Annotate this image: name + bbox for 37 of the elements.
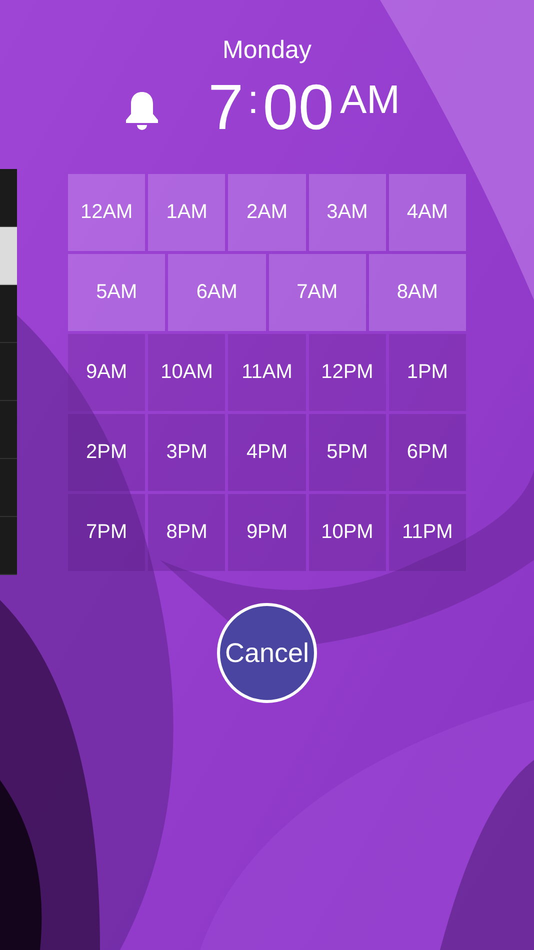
- hour-tile[interactable]: 1PM: [388, 334, 466, 411]
- hour-tile[interactable]: 11AM: [228, 334, 306, 411]
- side-tab[interactable]: [0, 459, 17, 517]
- hour-tile[interactable]: 10AM: [148, 334, 226, 411]
- hour-tile[interactable]: 2PM: [68, 414, 146, 491]
- day-label: Monday: [222, 36, 312, 64]
- hour-tile[interactable]: 6AM: [168, 254, 266, 331]
- side-tab[interactable]: [0, 169, 17, 227]
- hour-tile[interactable]: 3AM: [308, 174, 386, 251]
- hour-tile[interactable]: 11PM: [388, 494, 466, 571]
- hour-tile[interactable]: 5AM: [68, 254, 166, 331]
- hour-tile[interactable]: 12AM: [68, 174, 146, 251]
- hour-tile[interactable]: 5PM: [308, 414, 386, 491]
- hour-tile[interactable]: 9PM: [228, 494, 306, 571]
- hour-tile[interactable]: 1AM: [148, 174, 226, 251]
- side-tab[interactable]: [0, 285, 17, 343]
- hour-tile[interactable]: 4AM: [388, 174, 466, 251]
- bell-icon: [124, 90, 160, 130]
- hour-tile[interactable]: 7PM: [68, 494, 146, 571]
- alarm-minutes: 00: [262, 72, 334, 142]
- hour-tile[interactable]: 7AM: [268, 254, 366, 331]
- alarm-hour: 7: [208, 72, 244, 142]
- hour-tile[interactable]: 8AM: [368, 254, 466, 331]
- hour-tile[interactable]: 3PM: [148, 414, 226, 491]
- am-pm-label: AM: [340, 80, 400, 120]
- side-tab[interactable]: [0, 227, 17, 285]
- time-separator: :: [248, 77, 259, 124]
- side-tab[interactable]: [0, 517, 17, 575]
- hour-tile[interactable]: 4PM: [228, 414, 306, 491]
- hour-tile[interactable]: 9AM: [68, 334, 146, 411]
- hour-tile[interactable]: 2AM: [228, 174, 306, 251]
- hour-tile[interactable]: 6PM: [388, 414, 466, 491]
- side-tab[interactable]: [0, 401, 17, 459]
- hour-tile[interactable]: 12PM: [308, 334, 386, 411]
- hour-tile[interactable]: 8PM: [148, 494, 226, 571]
- hour-tile[interactable]: 10PM: [308, 494, 386, 571]
- side-tab[interactable]: [0, 343, 17, 401]
